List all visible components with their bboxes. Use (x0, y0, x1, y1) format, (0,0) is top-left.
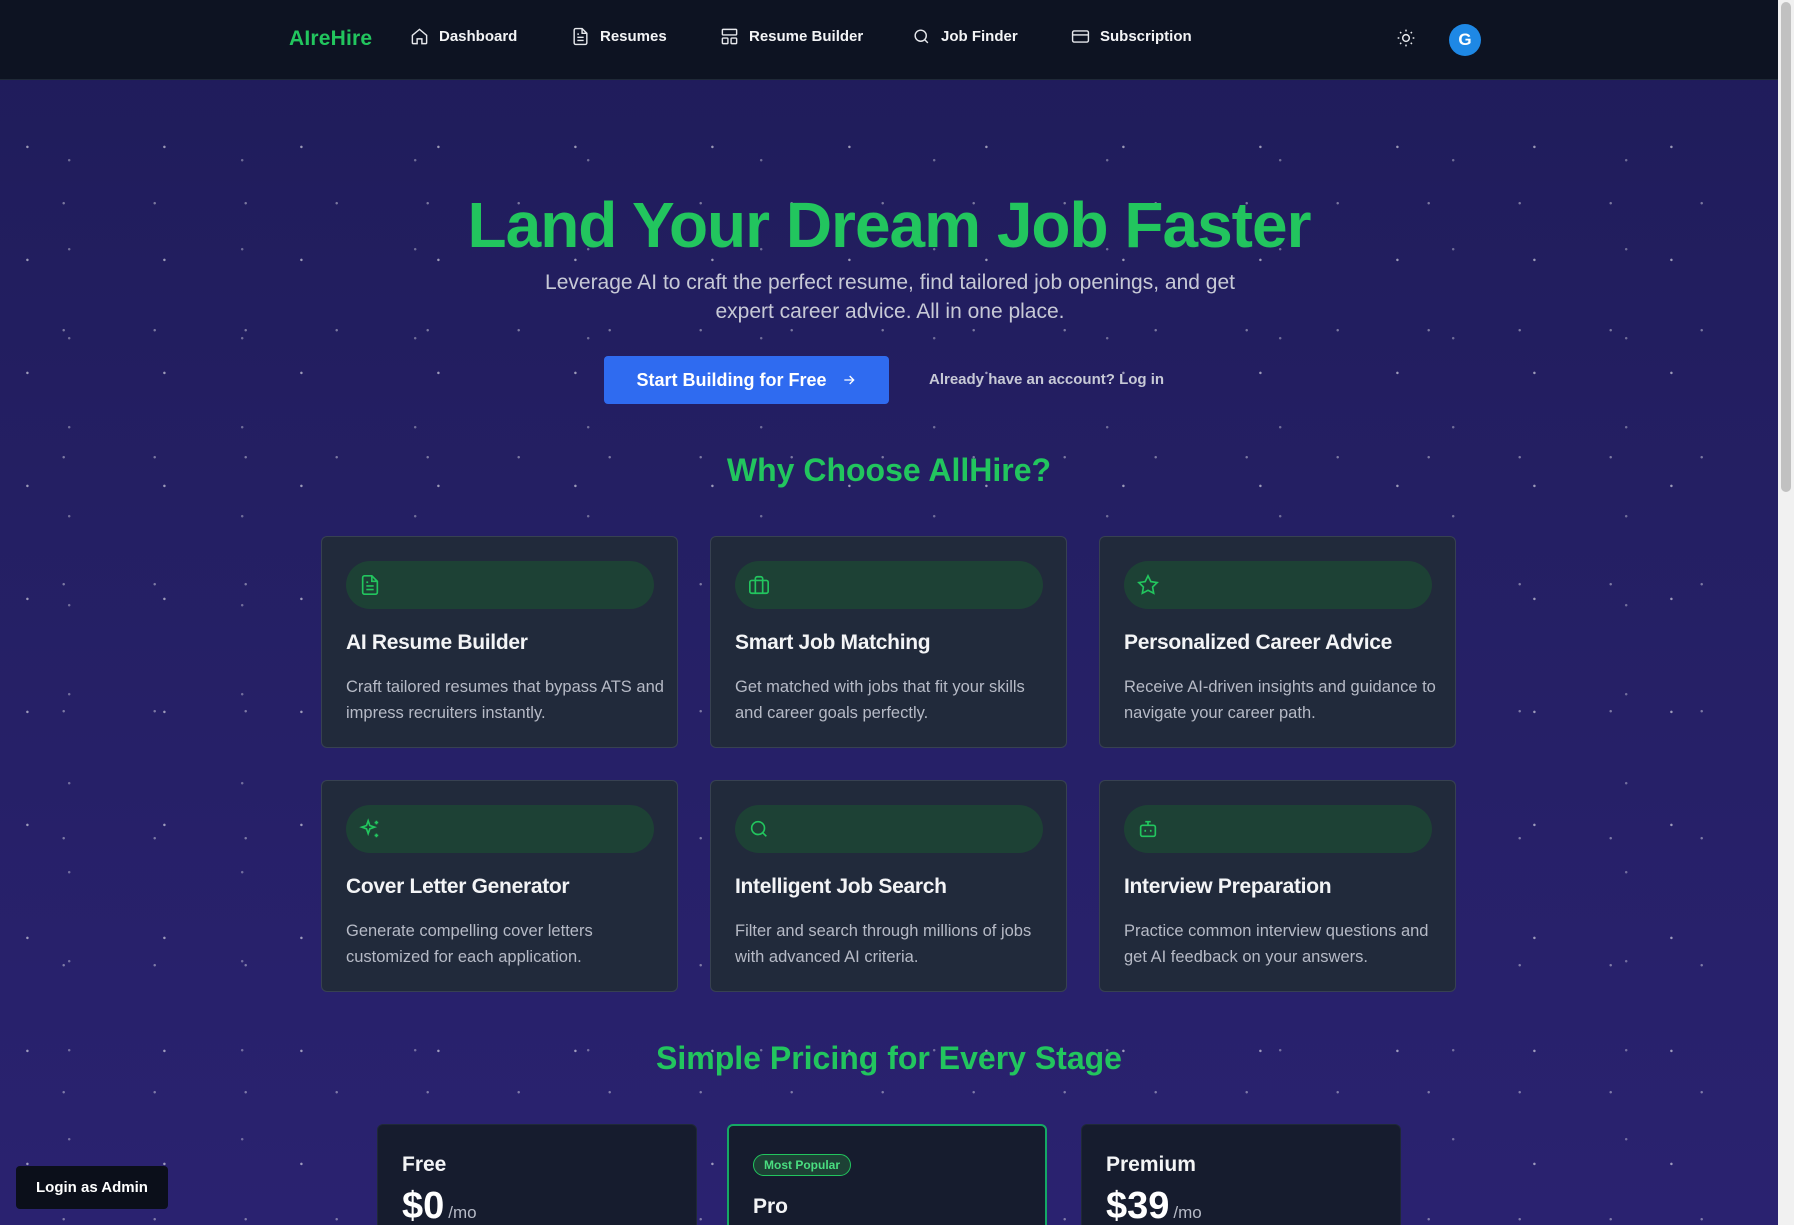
nav-resume-builder-label: Resume Builder (749, 28, 864, 45)
start-building-button[interactable]: Start Building for Free (604, 356, 889, 404)
search-icon (750, 820, 767, 837)
nav-resumes[interactable]: Resumes (571, 27, 667, 46)
feature-title: Smart Job Matching (735, 631, 931, 654)
feature-card: Personalized Career Advice Receive AI-dr… (1099, 536, 1456, 748)
plan-price: $39/mo (1106, 1185, 1202, 1225)
file-text-icon (361, 575, 379, 595)
file-text-icon (573, 27, 588, 46)
login-link[interactable]: Already have an account? Log in (929, 371, 1164, 388)
layout-icon (721, 28, 738, 45)
feature-description: Filter and search through millions of jo… (735, 922, 1032, 966)
nav-subscription[interactable]: Subscription (1071, 27, 1192, 46)
plan-price-value: $39 (1106, 1185, 1170, 1225)
pricing-card-pro: Most Popular Pro (727, 1124, 1047, 1225)
plan-name: Pro (753, 1195, 789, 1218)
feature-icon-pill (1124, 561, 1432, 609)
feature-description: Get matched with jobs that fit your skil… (735, 678, 1025, 722)
login-as-admin-button[interactable]: Login as Admin (16, 1166, 168, 1209)
pricing-title: Simple Pricing for Every Stage (656, 1040, 1122, 1076)
feature-card: AI Resume Builder Craft tailored resumes… (321, 536, 678, 748)
feature-card: Cover Letter Generator Generate compelli… (321, 780, 678, 992)
home-icon (411, 28, 428, 45)
brand-logo[interactable]: AIreHire (289, 27, 372, 51)
features-title: Why Choose AllHire? (726, 452, 1052, 488)
feature-description: Receive AI-driven insights and guidance … (1124, 678, 1436, 722)
briefcase-icon (749, 575, 769, 595)
arrow-right-icon (843, 375, 855, 385)
pricing-card-premium: Premium $39/mo (1081, 1124, 1401, 1225)
page-scrollbar[interactable] (1778, 0, 1794, 1225)
feature-title: Interview Preparation (1124, 875, 1332, 898)
feature-icon-pill (346, 561, 654, 609)
scrollbar-thumb[interactable] (1781, 2, 1791, 492)
credit-card-icon (1071, 30, 1090, 43)
hero-subtitle: Leverage AI to craft the perfect resume,… (545, 271, 1235, 323)
plan-price-value: $0 (402, 1185, 445, 1225)
feature-icon-pill (346, 805, 654, 853)
nav-resumes-label: Resumes (600, 28, 667, 45)
user-avatar[interactable]: G (1449, 24, 1481, 56)
feature-title: Intelligent Job Search (735, 875, 947, 898)
feature-card: Interview Preparation Practice common in… (1099, 780, 1456, 992)
plan-price-period: /mo (448, 1203, 477, 1222)
feature-card: Intelligent Job Search Filter and search… (710, 780, 1067, 992)
hero-title: Land Your Dream Job Faster (467, 189, 1312, 261)
feature-icon-pill (1124, 805, 1432, 853)
nav-dashboard[interactable]: Dashboard (410, 27, 517, 46)
sparkles-icon (359, 818, 379, 838)
feature-title: Cover Letter Generator (346, 875, 570, 898)
feature-title: Personalized Career Advice (1124, 631, 1393, 654)
sun-icon (1397, 29, 1415, 47)
feature-description: Practice common interview questions and … (1124, 922, 1429, 966)
bot-icon (1139, 820, 1157, 838)
nav-resume-builder[interactable]: Resume Builder (720, 27, 863, 46)
feature-icon-pill (735, 561, 1043, 609)
pricing-card-free: Free $0/mo (377, 1124, 697, 1225)
landing-page: AIreHire Dashboard Resumes Resume Builde… (0, 0, 1778, 1225)
top-navbar: AIreHire Dashboard Resumes Resume Builde… (0, 0, 1778, 80)
star-icon (1137, 574, 1159, 595)
feature-title: AI Resume Builder (346, 631, 528, 654)
start-building-label: Start Building for Free (636, 369, 827, 390)
feature-icon-pill (735, 805, 1043, 853)
feature-card: Smart Job Matching Get matched with jobs… (710, 536, 1067, 748)
plan-name: Free (402, 1153, 447, 1176)
feature-description: Generate compelling cover letters custom… (346, 922, 593, 966)
theme-toggle-button[interactable] (1396, 28, 1420, 52)
search-icon (914, 29, 929, 44)
most-popular-badge: Most Popular (753, 1154, 852, 1176)
nav-subscription-label: Subscription (1100, 28, 1192, 45)
plan-price-period: /mo (1173, 1203, 1202, 1222)
feature-description: Craft tailored resumes that bypass ATS a… (346, 678, 664, 722)
plan-price: $0/mo (402, 1185, 477, 1225)
nav-dashboard-label: Dashboard (439, 28, 518, 45)
plan-name: Premium (1106, 1153, 1196, 1176)
nav-job-finder-label: Job Finder (941, 28, 1018, 45)
nav-job-finder[interactable]: Job Finder (912, 27, 1018, 46)
